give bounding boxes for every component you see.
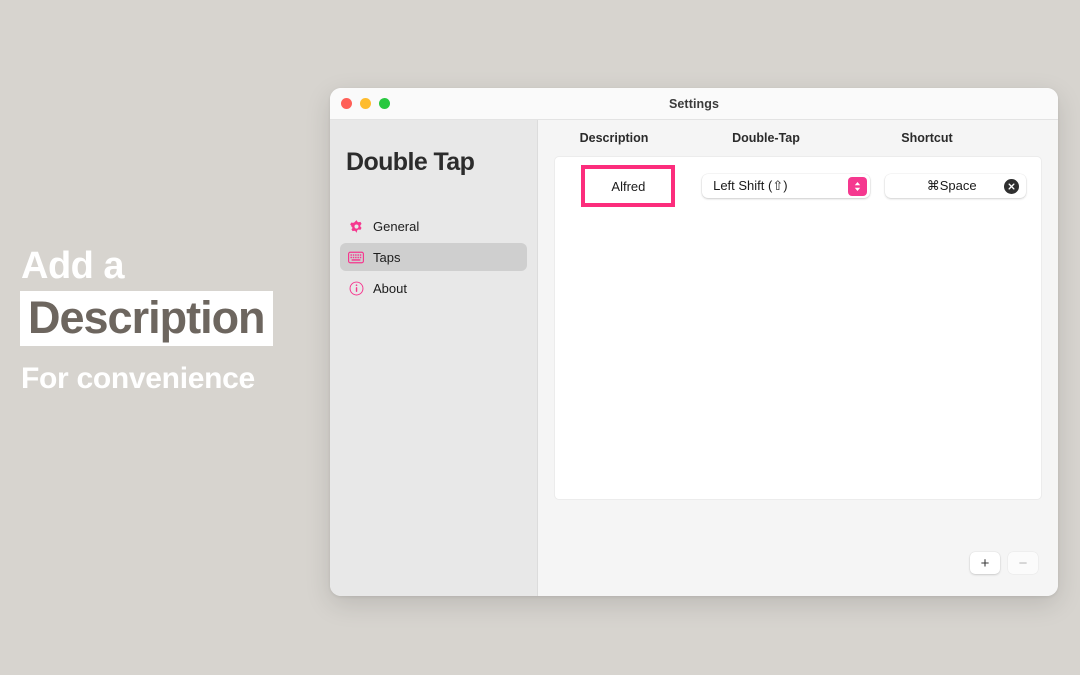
column-header-shortcut: Shortcut xyxy=(901,131,953,145)
minimize-button[interactable] xyxy=(360,98,371,109)
cell-shortcut: ⌘Space xyxy=(870,174,1041,198)
sidebar-item-label: About xyxy=(373,280,407,296)
description-input[interactable]: Alfred xyxy=(611,179,645,194)
close-icon[interactable] xyxy=(1004,178,1020,194)
window-titlebar: Settings xyxy=(330,88,1058,120)
double-tap-select[interactable]: Left Shift (⇧) xyxy=(702,174,871,198)
cell-double-tap: Left Shift (⇧) xyxy=(702,174,871,198)
close-button[interactable] xyxy=(341,98,352,109)
shortcut-value: ⌘Space xyxy=(926,178,977,193)
taps-table: Alfred Left Shift (⇧) ⌘Space xyxy=(554,156,1042,500)
chevron-up-down-icon[interactable] xyxy=(848,176,868,196)
keyboard-icon xyxy=(348,249,364,265)
taps-content-pane: Description Double-Tap Shortcut Alfred L… xyxy=(538,120,1058,596)
cell-description: Alfred xyxy=(555,165,702,207)
sidebar-item-label: Taps xyxy=(373,249,401,265)
gear-icon xyxy=(348,218,364,234)
app-title: Double Tap xyxy=(346,148,475,176)
sidebar-item-about[interactable]: About xyxy=(340,274,527,302)
sidebar-item-label: General xyxy=(373,218,420,234)
promo-highlight-box: Description xyxy=(20,291,273,346)
info-circle-icon xyxy=(348,280,364,296)
plus-icon: + xyxy=(980,554,990,572)
column-header-description: Description xyxy=(579,131,649,145)
table-footer-buttons: + − xyxy=(970,552,1038,574)
traffic-lights xyxy=(341,88,390,119)
settings-window: Settings Double Tap General Taps About D… xyxy=(330,88,1058,596)
shortcut-field[interactable]: ⌘Space xyxy=(885,174,1027,198)
window-title: Settings xyxy=(668,96,720,111)
promo-line-2: Description xyxy=(28,292,266,343)
promo-line-3: For convenience xyxy=(21,362,255,395)
add-row-button[interactable]: + xyxy=(970,552,1000,574)
remove-row-button[interactable]: − xyxy=(1008,552,1038,574)
description-highlight-box: Alfred xyxy=(581,165,676,207)
sidebar: Double Tap General Taps About xyxy=(330,120,538,596)
double-tap-value: Left Shift (⇧) xyxy=(713,178,788,193)
minus-icon: − xyxy=(1018,554,1028,572)
table-header-row: Description Double-Tap Shortcut xyxy=(538,120,1058,156)
sidebar-item-general[interactable]: General xyxy=(340,212,527,240)
column-header-double-tap: Double-Tap xyxy=(732,131,800,145)
zoom-button[interactable] xyxy=(379,98,390,109)
sidebar-nav: General Taps About xyxy=(330,212,537,302)
window-body: Double Tap General Taps About Descriptio… xyxy=(330,120,1058,596)
promo-caption: Add a Description For convenience xyxy=(20,247,320,394)
promo-line-1: Add a xyxy=(21,245,125,287)
sidebar-item-taps[interactable]: Taps xyxy=(340,243,527,271)
table-row[interactable]: Alfred Left Shift (⇧) ⌘Space xyxy=(555,157,1041,215)
